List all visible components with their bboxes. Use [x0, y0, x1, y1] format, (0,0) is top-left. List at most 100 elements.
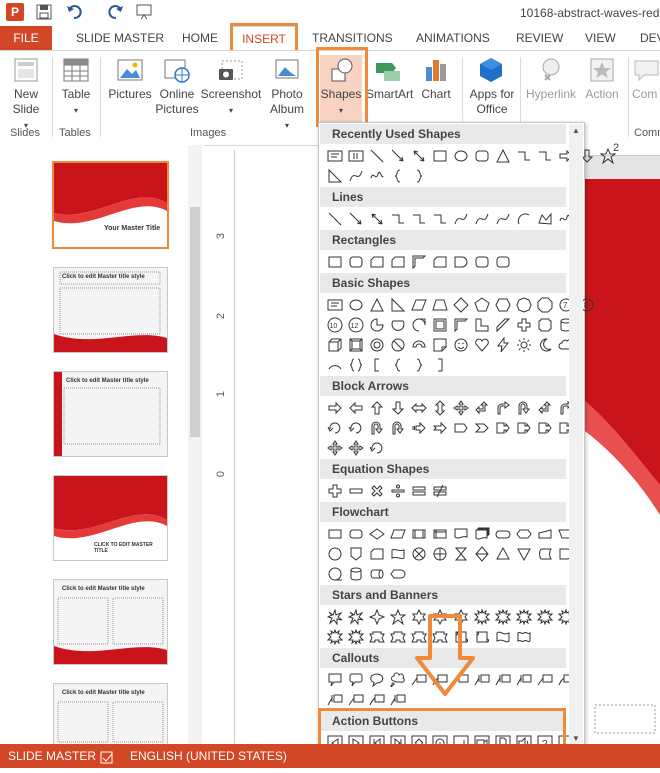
shape-diamond-icon[interactable] — [451, 295, 471, 315]
shape-f-prep-icon[interactable] — [514, 524, 534, 544]
shape-rbracket-icon[interactable] — [430, 355, 450, 375]
shape-rrect-icon[interactable] — [472, 252, 492, 272]
shape-diagstripe-icon[interactable] — [493, 315, 513, 335]
shape-arrowline-icon[interactable] — [388, 146, 408, 166]
shape-arrowline-icon[interactable] — [346, 209, 366, 229]
slide-thumbnail[interactable]: Click to edit Master title style — [53, 371, 168, 457]
hyperlink-button[interactable]: Hyperlink — [524, 55, 578, 102]
tab-developer[interactable]: DEV — [640, 26, 660, 50]
shape-bracket-icon[interactable] — [367, 355, 387, 375]
shape-dblwave-icon[interactable] — [514, 627, 534, 647]
shape-blockarc-icon[interactable] — [409, 335, 429, 355]
new-slide-button[interactable]: New Slide ▾ — [4, 55, 48, 133]
shape-chord-icon[interactable] — [388, 315, 408, 335]
shape-bent-icon[interactable] — [493, 398, 513, 418]
shape-wave-icon[interactable] — [493, 627, 513, 647]
shape-plus-icon[interactable] — [514, 315, 534, 335]
shape-heart-icon[interactable] — [472, 335, 492, 355]
shape-f-alt-icon[interactable] — [346, 524, 366, 544]
shape-dblarrow-icon[interactable] — [367, 209, 387, 229]
slide-thumbnail[interactable]: CLICK TO EDIT MASTER TITLE — [53, 475, 168, 561]
shape-donut-icon[interactable] — [367, 335, 387, 355]
shape-leftup-icon[interactable] — [472, 398, 492, 418]
shape-star-burst-icon[interactable] — [325, 627, 345, 647]
shape-uturn-icon[interactable] — [514, 398, 534, 418]
shape-scribble-icon[interactable] — [367, 166, 387, 186]
shape-call-rect-icon[interactable] — [325, 670, 345, 690]
present-icon[interactable] — [136, 4, 160, 23]
shape-halfframe-icon[interactable] — [409, 252, 429, 272]
shape-star4-icon[interactable] — [367, 607, 387, 627]
shape-f-card-icon[interactable] — [388, 252, 408, 272]
shape-f-seq-icon[interactable] — [325, 564, 345, 584]
shape-line-icon[interactable] — [367, 146, 387, 166]
shape-tear-icon[interactable] — [409, 315, 429, 335]
shape-bolt-icon[interactable] — [493, 335, 513, 355]
shape-f-or-icon[interactable] — [430, 544, 450, 564]
shape-call-line-icon[interactable] — [346, 690, 366, 710]
shape-f-multi-doc-icon[interactable] — [472, 524, 492, 544]
shape-f-conn-icon[interactable] — [325, 544, 345, 564]
chart-button[interactable]: Chart — [416, 55, 456, 102]
shape-bevel-icon[interactable] — [346, 335, 366, 355]
shape-f-predef-icon[interactable] — [409, 524, 429, 544]
shape-textbox-icon[interactable] — [325, 295, 345, 315]
slide-thumbnail[interactable]: Click to edit Master title style — [53, 579, 168, 665]
shape-para-icon[interactable] — [409, 295, 429, 315]
shape-uturn-icon[interactable] — [388, 418, 408, 438]
shape-rbrace-icon[interactable] — [409, 166, 429, 186]
shape-f-delay-icon[interactable] — [451, 252, 471, 272]
shape-rbrace-icon[interactable] — [409, 355, 429, 375]
shape-f-extract-icon[interactable] — [493, 544, 513, 564]
shape-curve-icon[interactable] — [451, 209, 471, 229]
shape-f-man-in-icon[interactable] — [535, 524, 555, 544]
shape-elbow-icon[interactable] — [430, 209, 450, 229]
shape-circ-arrow-icon[interactable] — [325, 418, 345, 438]
redo-icon[interactable] — [108, 4, 124, 23]
slide-thumbnail[interactable]: Click to edit Master title style — [53, 267, 168, 353]
shape-f-process-icon[interactable] — [325, 524, 345, 544]
shape-call-round-icon[interactable] — [346, 670, 366, 690]
shape-freeform-icon[interactable] — [535, 209, 555, 229]
undo-icon[interactable] — [66, 4, 88, 23]
shape-circ-arrow-icon[interactable] — [346, 418, 366, 438]
shape-star5-icon[interactable] — [598, 146, 618, 166]
shape-arcshape-icon[interactable] — [325, 355, 345, 375]
slide-thumbnail[interactable]: Your Master Title — [52, 161, 169, 249]
shape-f-merge-icon[interactable] — [514, 544, 534, 564]
shape-halfframe-icon[interactable] — [451, 315, 471, 335]
shape-call-bar-icon[interactable] — [493, 670, 513, 690]
screenshot-button[interactable]: Screenshot ▾ — [200, 55, 262, 118]
shape-striped-r-icon[interactable] — [409, 418, 429, 438]
shape-lshape-icon[interactable] — [472, 315, 492, 335]
shape-folded-corner-icon[interactable] — [430, 335, 450, 355]
shape-trap-icon[interactable] — [430, 295, 450, 315]
shape-f-card-icon[interactable] — [367, 544, 387, 564]
shape-num12-icon[interactable]: 12 — [346, 315, 366, 335]
shape-quad-icon[interactable] — [451, 398, 471, 418]
shape-plaque-icon[interactable] — [535, 315, 555, 335]
save-icon[interactable] — [36, 4, 52, 23]
shape-call-rarrow-icon[interactable] — [493, 418, 513, 438]
shape-call-rarrow-icon[interactable] — [514, 418, 534, 438]
shape-elbow-icon[interactable] — [514, 146, 534, 166]
shape-oval-icon[interactable] — [451, 146, 471, 166]
shape-curve-icon[interactable] — [346, 166, 366, 186]
shape-mult-icon[interactable] — [367, 481, 387, 501]
tab-review[interactable]: REVIEW — [516, 26, 563, 50]
shape-lrarrow-icon[interactable] — [409, 398, 429, 418]
shape-f-stored-icon[interactable] — [535, 544, 555, 564]
shape-f-direct-icon[interactable] — [367, 564, 387, 584]
shape-moon-icon[interactable] — [535, 335, 555, 355]
online-pictures-button[interactable]: Online Pictures — [154, 55, 200, 117]
shape-hept-icon[interactable] — [514, 295, 534, 315]
shape-f-doc-icon[interactable] — [451, 524, 471, 544]
shape-pent-arrow-icon[interactable] — [451, 418, 471, 438]
spelling-icon[interactable] — [100, 749, 114, 773]
action-button[interactable]: Action — [582, 55, 622, 102]
shape-line-icon[interactable] — [325, 209, 345, 229]
shape-f-sort-icon[interactable] — [472, 544, 492, 564]
shape-curve-icon[interactable] — [472, 209, 492, 229]
shape-udarrow-icon[interactable] — [430, 398, 450, 418]
shape-explosion-icon[interactable] — [325, 607, 345, 627]
